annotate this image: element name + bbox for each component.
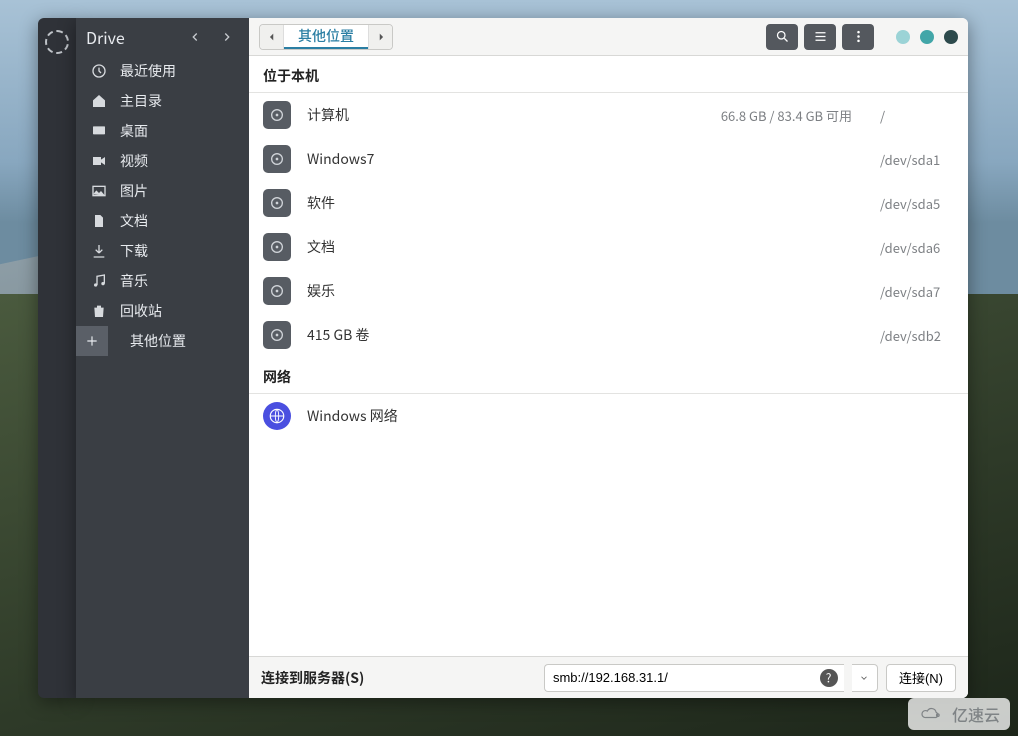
network-row-windows[interactable]: Windows 网络 — [249, 394, 968, 438]
watermark: 亿速云 — [908, 698, 1010, 730]
document-icon — [90, 213, 108, 229]
window-minimize-button[interactable] — [896, 30, 910, 44]
volume-mount-path: / — [880, 106, 950, 125]
volume-row[interactable]: 娱乐 /dev/sda7 — [249, 269, 968, 313]
volume-row[interactable]: 文档 /dev/sda6 — [249, 225, 968, 269]
sidebar-header: Drive — [76, 18, 249, 56]
places-sidebar: 最近使用 主目录 桌面 视频 图片 文档 — [76, 56, 249, 698]
volume-row[interactable]: 415 GB 卷 /dev/sdb2 — [249, 313, 968, 357]
path-bar: 其他位置 — [259, 24, 393, 50]
volume-name: 415 GB 卷 — [307, 325, 369, 345]
connect-to-server-bar: 连接到服务器(S) ? 连接(N) — [249, 656, 968, 698]
volume-row[interactable]: Windows7 /dev/sda1 — [249, 137, 968, 181]
sidebar-item-label: 文档 — [120, 211, 148, 231]
window-maximize-button[interactable] — [920, 30, 934, 44]
server-address-input[interactable] — [544, 664, 844, 692]
section-header-local: 位于本机 — [249, 56, 968, 92]
server-address-wrap: ? — [544, 664, 844, 692]
path-prev-button[interactable] — [260, 25, 284, 49]
breadcrumb-current[interactable]: 其他位置 — [284, 25, 368, 49]
sidebar-item-label: 视频 — [120, 151, 148, 171]
sidebar-item-recent[interactable]: 最近使用 — [76, 56, 249, 86]
cloud-logo-icon — [918, 705, 946, 723]
image-icon — [90, 183, 108, 199]
music-icon — [90, 273, 108, 289]
sidebar-item-label: 回收站 — [120, 301, 162, 321]
network-name: Windows 网络 — [307, 406, 398, 426]
download-icon — [90, 243, 108, 259]
clock-icon — [90, 63, 108, 79]
sidebar-item-label: 最近使用 — [120, 61, 176, 81]
volume-row-computer[interactable]: 计算机 66.8 GB / 83.4 GB 可用 / — [249, 93, 968, 137]
volume-name: 文档 — [307, 237, 335, 257]
disk-icon — [263, 233, 291, 261]
sidebar-item-label: 其他位置 — [130, 331, 186, 351]
sidebar-item-downloads[interactable]: 下载 — [76, 236, 249, 266]
sidebar-item-home[interactable]: 主目录 — [76, 86, 249, 116]
triangle-right-icon — [376, 32, 386, 42]
watermark-text: 亿速云 — [952, 702, 1000, 726]
disk-icon — [263, 145, 291, 173]
window-body: 最近使用 主目录 桌面 视频 图片 文档 — [76, 56, 968, 698]
arrow-right-icon — [220, 30, 234, 44]
sidebar-item-desktop[interactable]: 桌面 — [76, 116, 249, 146]
trash-icon — [90, 303, 108, 319]
sidebar-item-label: 桌面 — [120, 121, 148, 141]
sidebar-item-label: 主目录 — [120, 91, 162, 111]
toolbar: 其他位置 — [249, 18, 968, 56]
volume-mount-path: /dev/sda6 — [880, 238, 950, 257]
sidebar-item-pictures[interactable]: 图片 — [76, 176, 249, 206]
connect-label: 连接到服务器(S) — [261, 668, 364, 688]
volume-mount-path: /dev/sda7 — [880, 282, 950, 301]
plus-icon — [76, 326, 108, 356]
desktop-icon — [90, 123, 108, 139]
main-content: 位于本机 计算机 66.8 GB / 83.4 GB 可用 / Windows7… — [249, 56, 968, 698]
volume-usage: 66.8 GB / 83.4 GB 可用 — [721, 106, 852, 125]
window-close-button[interactable] — [944, 30, 958, 44]
search-button[interactable] — [766, 24, 798, 50]
triangle-left-icon — [267, 32, 277, 42]
sidebar-item-label: 下载 — [120, 241, 148, 261]
home-icon — [90, 93, 108, 109]
volume-mount-path: /dev/sda1 — [880, 150, 950, 169]
arrow-left-icon — [188, 30, 202, 44]
disk-icon — [263, 321, 291, 349]
sidebar-item-music[interactable]: 音乐 — [76, 266, 249, 296]
system-dock — [38, 18, 76, 698]
volume-name: Windows7 — [307, 149, 374, 169]
path-next-button[interactable] — [368, 25, 392, 49]
disk-icon — [263, 101, 291, 129]
file-manager-window: Drive 其他位置 — [76, 18, 968, 698]
connect-button[interactable]: 连接(N) — [886, 664, 956, 692]
titlebar: Drive 其他位置 — [76, 18, 968, 56]
search-icon — [775, 29, 790, 44]
sidebar-item-documents[interactable]: 文档 — [76, 206, 249, 236]
server-history-dropdown[interactable] — [852, 664, 878, 692]
nav-back-button[interactable] — [183, 25, 207, 49]
video-icon — [90, 153, 108, 169]
list-view-icon — [813, 29, 828, 44]
nav-forward-button[interactable] — [215, 25, 239, 49]
view-list-button[interactable] — [804, 24, 836, 50]
sidebar-item-videos[interactable]: 视频 — [76, 146, 249, 176]
volume-mount-path: /dev/sda5 — [880, 194, 950, 213]
ubuntu-logo-icon[interactable] — [45, 30, 69, 54]
section-header-network: 网络 — [249, 357, 968, 393]
globe-icon — [263, 402, 291, 430]
menu-dots-icon — [851, 29, 866, 44]
volume-mount-path: /dev/sdb2 — [880, 326, 950, 345]
sidebar-item-label: 音乐 — [120, 271, 148, 291]
volume-name: 娱乐 — [307, 281, 335, 301]
volume-row[interactable]: 软件 /dev/sda5 — [249, 181, 968, 225]
disk-icon — [263, 189, 291, 217]
hamburger-menu-button[interactable] — [842, 24, 874, 50]
disk-icon — [263, 277, 291, 305]
volume-name: 软件 — [307, 193, 335, 213]
sidebar-item-trash[interactable]: 回收站 — [76, 296, 249, 326]
sidebar-item-label: 图片 — [120, 181, 148, 201]
sidebar-item-other-locations[interactable]: 其他位置 — [76, 326, 249, 356]
app-title: Drive — [86, 25, 175, 49]
chevron-down-icon — [859, 673, 869, 683]
volume-name: 计算机 — [307, 105, 349, 125]
